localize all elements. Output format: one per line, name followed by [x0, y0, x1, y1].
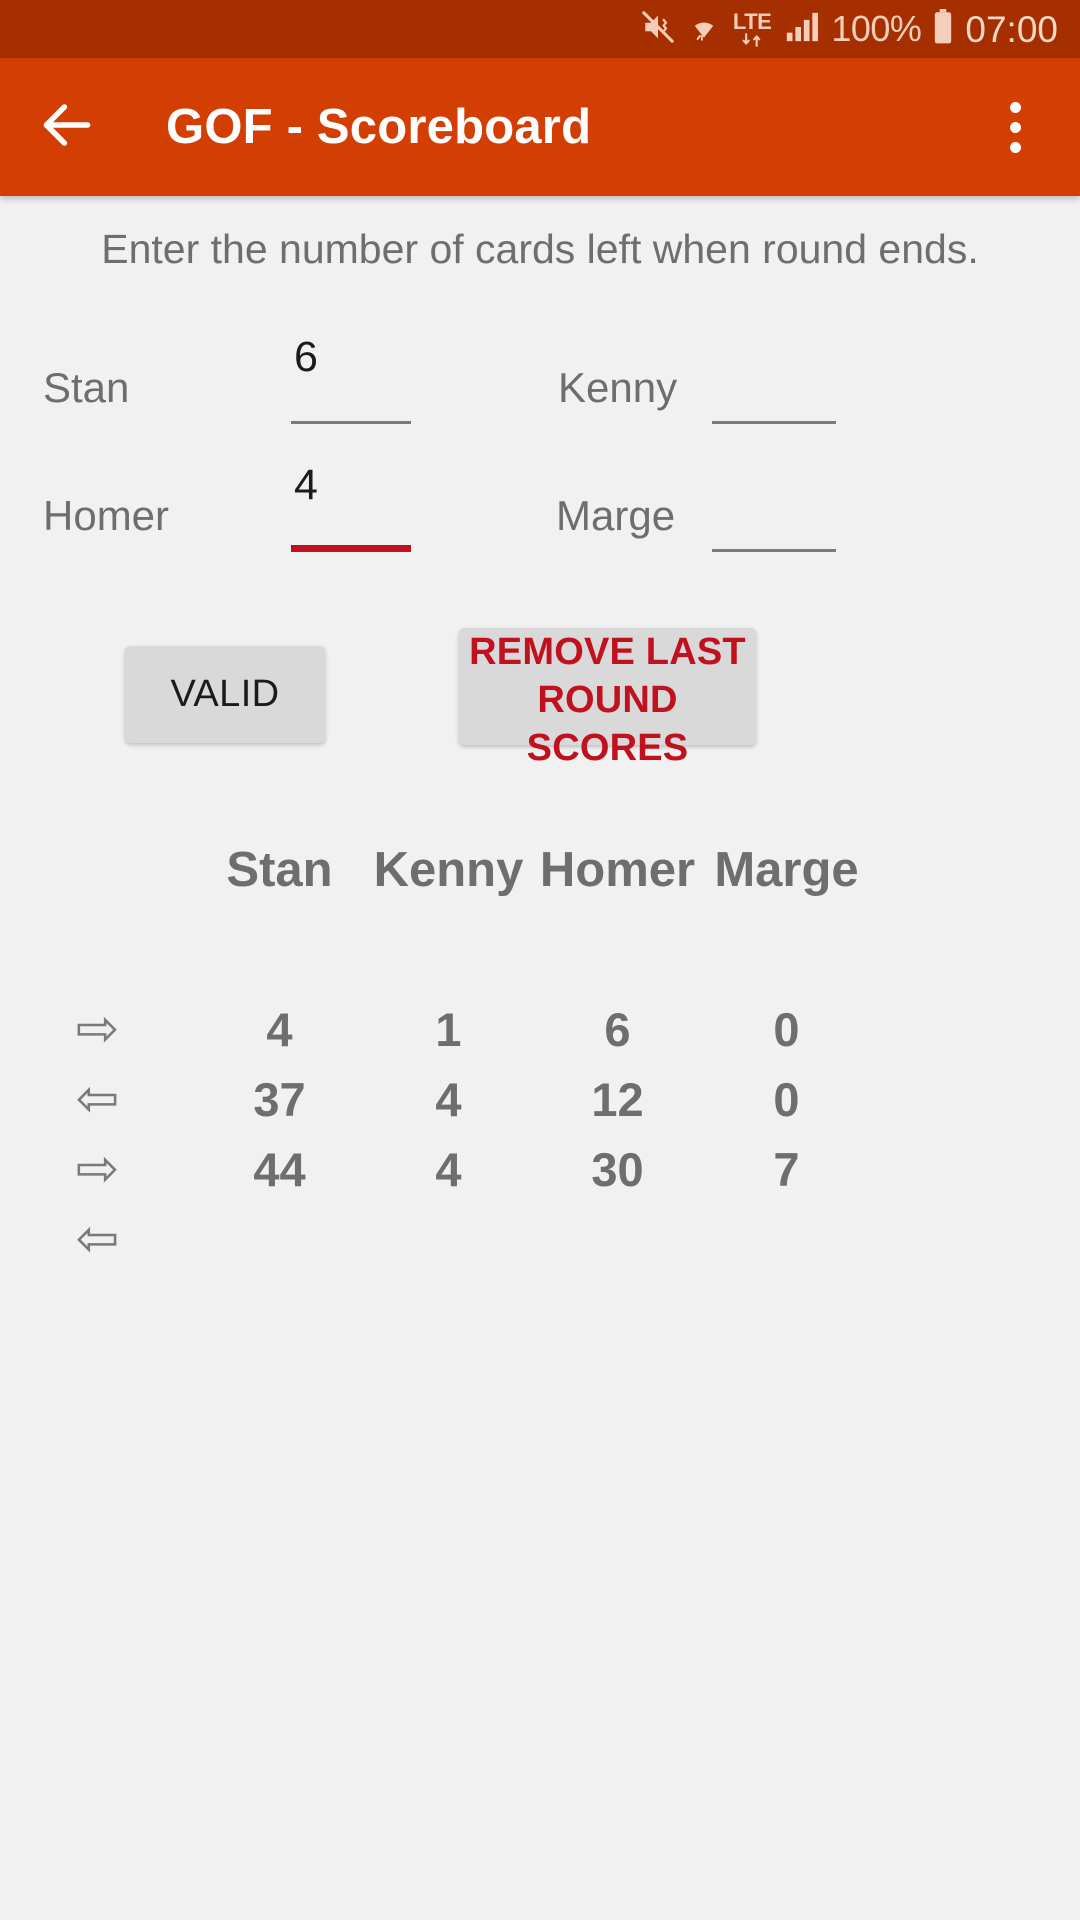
- player-label-homer: Homer: [43, 492, 170, 539]
- table-row: ⇦ 37 4 12 0: [0, 1066, 1080, 1132]
- column-header-kenny: Kenny: [373, 842, 524, 897]
- score-input-kenny-underline: [712, 421, 836, 424]
- status-bar-icons: LTE 100% 07:00: [641, 8, 1058, 50]
- player-label-kenny: Kenny: [558, 364, 678, 411]
- score-input-stan[interactable]: 6: [291, 336, 411, 424]
- score-input-marge[interactable]: [712, 464, 836, 552]
- right-arrow-icon: ⇨: [75, 1000, 120, 1058]
- cell-marge: 7: [773, 1142, 800, 1196]
- overflow-menu-icon: [1009, 101, 1021, 113]
- cell-stan: 37: [253, 1072, 306, 1126]
- table-row: ⇨ 44 4 30 7: [0, 1136, 1080, 1202]
- overflow-menu-icon-dot2: [1009, 121, 1021, 133]
- cell-kenny: 4: [435, 1142, 462, 1196]
- score-input-homer-underline: [291, 545, 411, 552]
- page-title: GOF - Scoreboard: [166, 100, 592, 154]
- left-arrow-icon: ⇦: [75, 1210, 120, 1268]
- status-bar: LTE 100% 07:00: [0, 0, 1080, 58]
- player-label-marge: Marge: [556, 492, 676, 539]
- cell-homer: 12: [591, 1072, 644, 1126]
- column-header-marge: Marge: [714, 842, 859, 897]
- right-arrow-icon: ⇨: [75, 1140, 120, 1198]
- cell-stan: 4: [266, 1002, 293, 1056]
- main-content: Enter the number of cards left when roun…: [0, 196, 1080, 1920]
- lte-icon: LTE: [732, 9, 772, 47]
- overflow-menu-icon-dot3: [1009, 141, 1021, 153]
- column-header-homer: Homer: [539, 842, 696, 897]
- input-row-2: Homer 4 Marge: [0, 464, 1080, 574]
- back-arrow-icon: [36, 94, 98, 161]
- lte-label: LTE: [732, 9, 772, 34]
- cell-kenny: 1: [435, 1002, 462, 1056]
- input-row-1: Stan 6 Kenny: [0, 336, 1080, 446]
- cell-marge: 0: [773, 1002, 800, 1056]
- table-row: ⇦: [0, 1206, 1080, 1272]
- cell-kenny: 4: [435, 1072, 462, 1126]
- back-button[interactable]: [12, 58, 122, 196]
- signal-bars-icon: [782, 10, 820, 49]
- scoreboard-table: Stan Kenny Homer Marge ⇨ 4 1 6 0 ⇦ 37 4 …: [0, 826, 1080, 1276]
- score-input-homer-value: 4: [294, 461, 318, 509]
- overflow-menu-button[interactable]: [972, 58, 1058, 196]
- score-input-stan-underline: [291, 421, 411, 424]
- app-bar: GOF - Scoreboard: [0, 58, 1080, 196]
- app-screen: LTE 100% 07:00 GOF - Scoreboard Enter th…: [0, 0, 1080, 1920]
- column-header-stan: Stan: [226, 842, 333, 897]
- battery-percent-label: 100%: [831, 8, 922, 49]
- scoreboard-header-row: Stan Kenny Homer Marge: [0, 826, 1080, 914]
- mute-vibrate-icon: [641, 10, 675, 49]
- battery-icon: [932, 8, 954, 50]
- status-bar-clock: 07:00: [965, 8, 1058, 50]
- score-input-stan-value: 6: [294, 333, 318, 381]
- cell-stan: 44: [253, 1142, 306, 1196]
- left-arrow-icon: ⇦: [75, 1070, 120, 1128]
- cell-homer: 6: [604, 1002, 631, 1056]
- score-input-kenny[interactable]: [712, 336, 836, 424]
- player-label-stan: Stan: [43, 364, 130, 411]
- score-input-marge-underline: [712, 549, 836, 552]
- valid-button[interactable]: VALID: [125, 646, 325, 743]
- score-input-homer[interactable]: 4: [291, 464, 411, 552]
- table-row: ⇨ 4 1 6 0: [0, 996, 1080, 1062]
- wifi-icon: [686, 10, 722, 49]
- cell-homer: 30: [591, 1142, 644, 1196]
- remove-last-round-scores-button[interactable]: REMOVE LAST ROUND SCORES: [459, 628, 756, 769]
- cell-marge: 0: [773, 1072, 800, 1126]
- instruction-text: Enter the number of cards left when roun…: [101, 226, 979, 272]
